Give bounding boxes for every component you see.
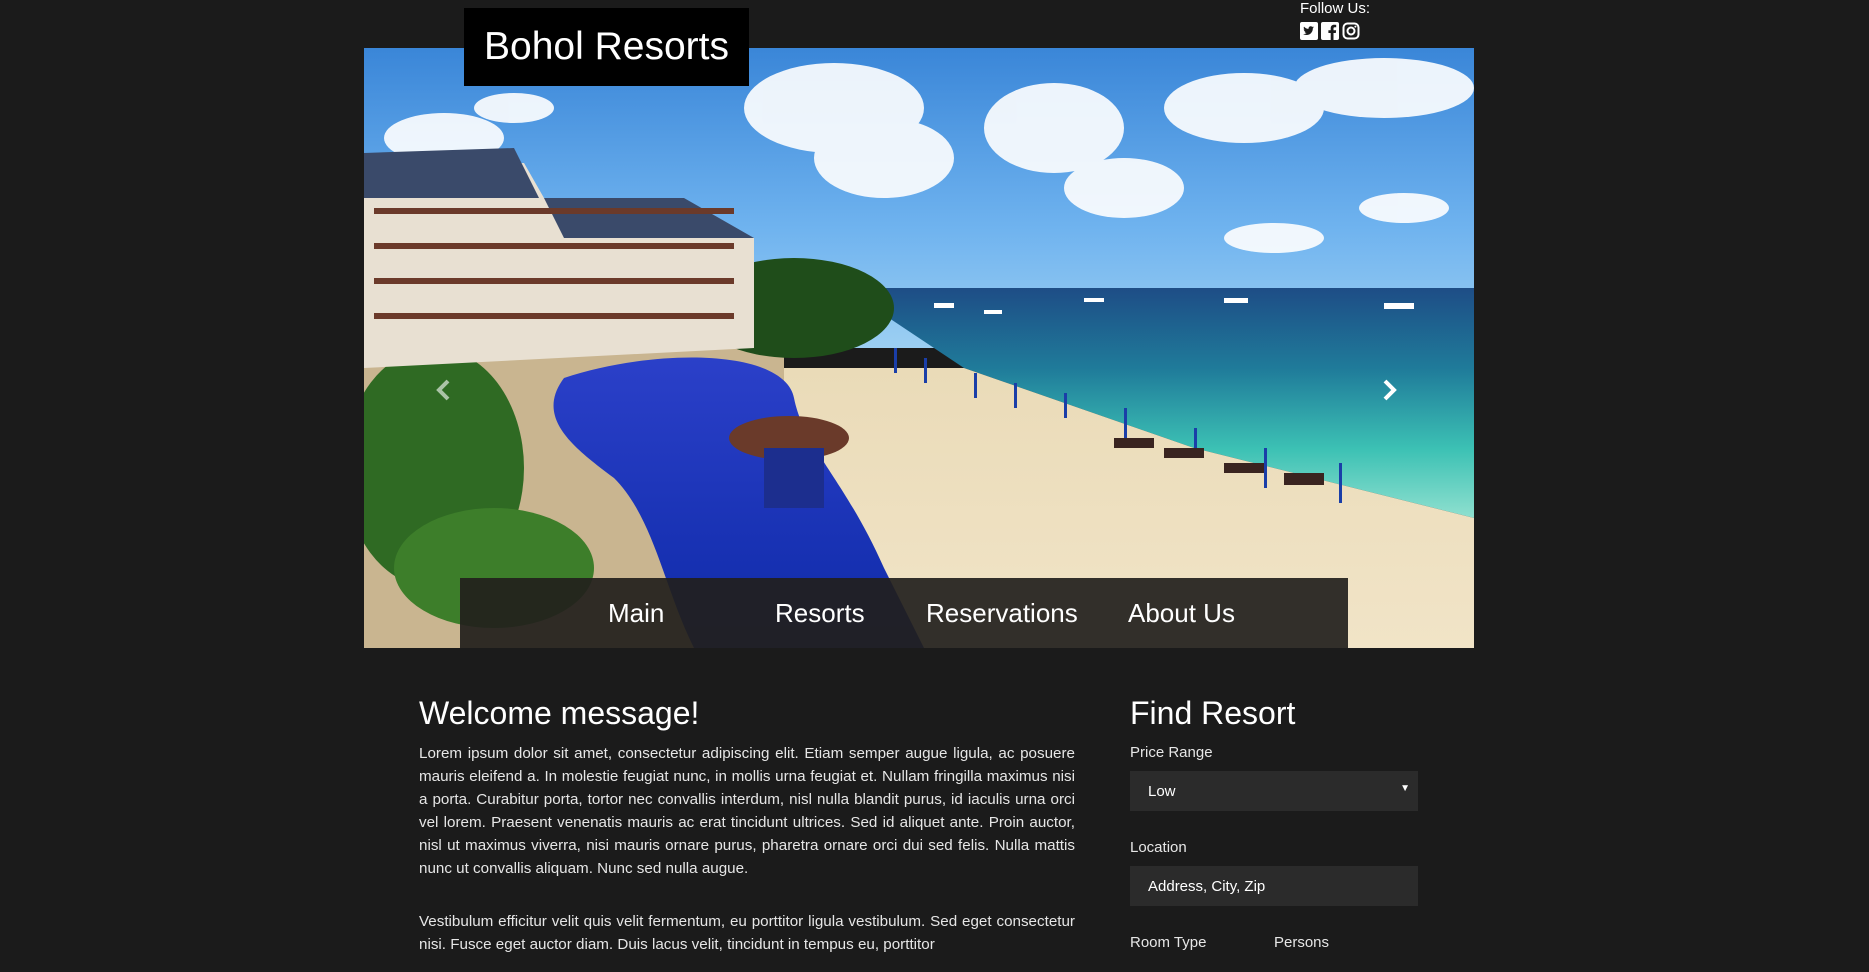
facebook-icon[interactable] bbox=[1321, 22, 1339, 40]
twitter-icon[interactable] bbox=[1300, 22, 1318, 40]
follow-label: Follow Us: bbox=[1300, 0, 1371, 17]
welcome-section: Welcome message! Lorem ipsum dolor sit a… bbox=[419, 695, 1075, 972]
carousel-prev-button[interactable] bbox=[424, 370, 464, 410]
nav-item-main[interactable]: Main bbox=[608, 598, 664, 629]
location-label: Location bbox=[1130, 839, 1187, 856]
social-links bbox=[1300, 22, 1370, 40]
hero-carousel bbox=[364, 48, 1474, 648]
page: Bohol Resorts Follow Us: Main Resorts Re… bbox=[0, 0, 1869, 972]
hero-image bbox=[364, 48, 1474, 648]
carousel-next-button[interactable] bbox=[1369, 370, 1409, 410]
price-range-value: Low bbox=[1148, 782, 1176, 800]
chevron-right-icon bbox=[1383, 379, 1397, 401]
find-resort-form: Find Resort Price Range Low ▼ Location A… bbox=[1130, 695, 1418, 961]
welcome-paragraph: Lorem ipsum dolor sit amet, consectetur … bbox=[419, 745, 1075, 877]
price-range-select[interactable]: Low ▼ bbox=[1130, 771, 1418, 811]
follow-us: Follow Us: bbox=[1300, 0, 1370, 40]
logo-text: Bohol Resorts bbox=[484, 25, 729, 68]
location-placeholder: Address, City, Zip bbox=[1148, 877, 1266, 895]
site-logo[interactable]: Bohol Resorts bbox=[464, 8, 749, 86]
instagram-icon[interactable] bbox=[1342, 22, 1360, 40]
room-type-label: Room Type bbox=[1130, 934, 1207, 951]
nav-item-reservations[interactable]: Reservations bbox=[926, 598, 1078, 629]
caret-down-icon: ▼ bbox=[1400, 783, 1410, 794]
nav-item-about-us[interactable]: About Us bbox=[1128, 598, 1235, 629]
price-range-label: Price Range bbox=[1130, 744, 1213, 761]
find-resort-title: Find Resort bbox=[1130, 695, 1296, 731]
welcome-title: Welcome message! bbox=[419, 695, 700, 731]
room-persons-labels: Room Type Persons bbox=[1130, 934, 1418, 961]
persons-label: Persons bbox=[1274, 934, 1330, 951]
location-input[interactable]: Address, City, Zip bbox=[1130, 866, 1418, 906]
chevron-left-icon bbox=[436, 379, 450, 401]
welcome-paragraph: Vestibulum efficitur velit quis velit fe… bbox=[419, 913, 1075, 953]
main-nav: Main Resorts Reservations About Us bbox=[460, 578, 1348, 648]
nav-item-resorts[interactable]: Resorts bbox=[775, 598, 865, 629]
